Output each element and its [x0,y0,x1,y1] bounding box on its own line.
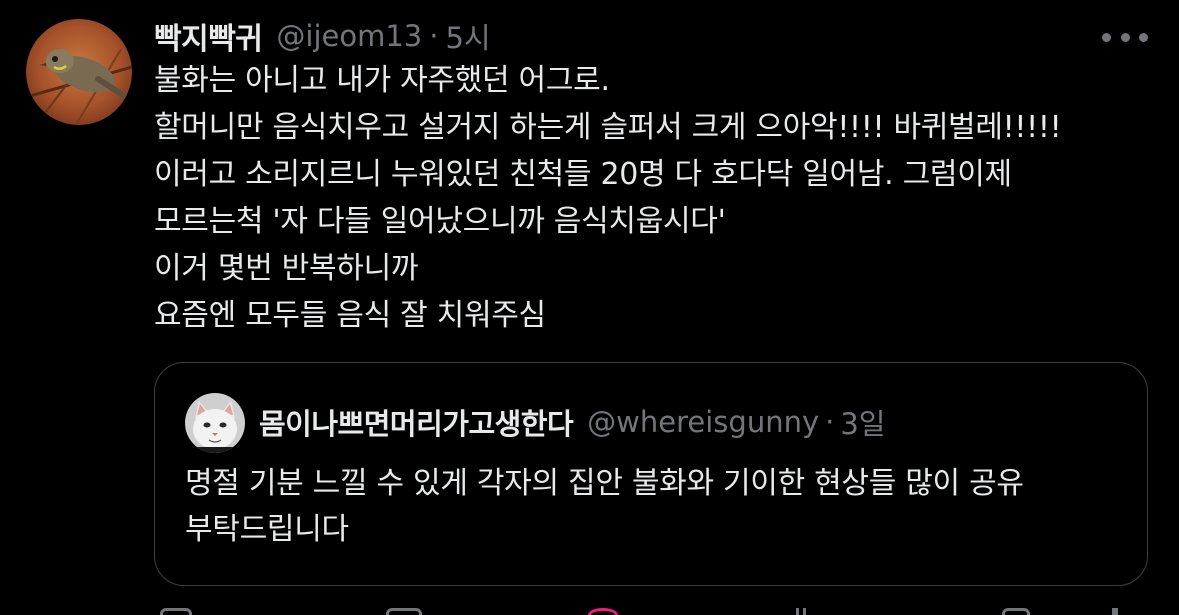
bookmark-icon[interactable] [1002,608,1030,615]
avatar-bird-photo [26,19,132,125]
quoted-text-line: 명절 기분 느낄 수 있게 각자의 집안 불화와 기이한 현상들 많이 공유 [185,466,1024,501]
views-icon[interactable] [796,608,806,615]
display-name[interactable]: 빡지빡귀 [154,14,263,58]
like-icon[interactable] [588,608,618,615]
quoted-avatar[interactable] [185,393,245,453]
quoted-tweet-header: 몸이나쁘면머리가고생한다 @whereisgunny · 3일 [259,401,885,443]
tweet-text-line: 요즘엔 모두들 음식 잘 치워주심 [154,298,546,333]
more-horizontal-icon[interactable] [1102,22,1148,52]
tweet-text-line: 이거 몇번 반복하니까 [154,251,419,286]
quoted-tweet-text: 명절 기분 느낄 수 있게 각자의 집안 불화와 기이한 현상들 많이 공유 부… [185,461,1024,553]
share-icon[interactable] [1112,608,1118,615]
tweet-text-line: 모르는척 '자 다들 일어났으니까 음식치웁시다' [154,204,726,239]
tweet-header: 빡지빡귀 @ijeom13 · 5시 [154,14,491,58]
action-bar [154,606,1148,615]
quoted-text-line: 부탁드립니다 [185,512,349,547]
user-handle[interactable]: @ijeom13 [276,19,422,53]
quoted-display-name[interactable]: 몸이나쁘면머리가고생한다 [259,401,574,443]
avatar[interactable] [26,19,132,125]
quoted-user-handle[interactable]: @whereisgunny [587,405,819,439]
quoted-timestamp[interactable]: 3일 [840,401,885,443]
separator-dot: · [429,19,439,53]
tweet[interactable]: 빡지빡귀 @ijeom13 · 5시 불화는 아니고 내가 자주했던 어그로. … [0,0,1179,615]
timestamp[interactable]: 5시 [445,15,490,57]
reply-icon[interactable] [160,608,192,615]
tweet-text-line: 불화는 아니고 내가 자주했던 어그로. [154,63,610,98]
separator-dot: · [825,405,835,439]
tweet-text-line: 이러고 소리지르니 누워있던 친척들 20명 다 호다닥 일어남. 그럼이제 [154,157,1012,192]
tweet-text-line: 할머니만 음식치우고 설거지 하는게 슬퍼서 크게 으아악!!!! 바퀴벌레!!… [154,110,1062,145]
tweet-text: 불화는 아니고 내가 자주했던 어그로. 할머니만 음식치우고 설거지 하는게 … [154,57,1062,339]
avatar-cat-photo [185,393,245,453]
retweet-icon[interactable] [386,608,422,615]
quoted-tweet-card[interactable]: 몸이나쁘면머리가고생한다 @whereisgunny · 3일 명절 기분 느낄… [154,362,1148,586]
